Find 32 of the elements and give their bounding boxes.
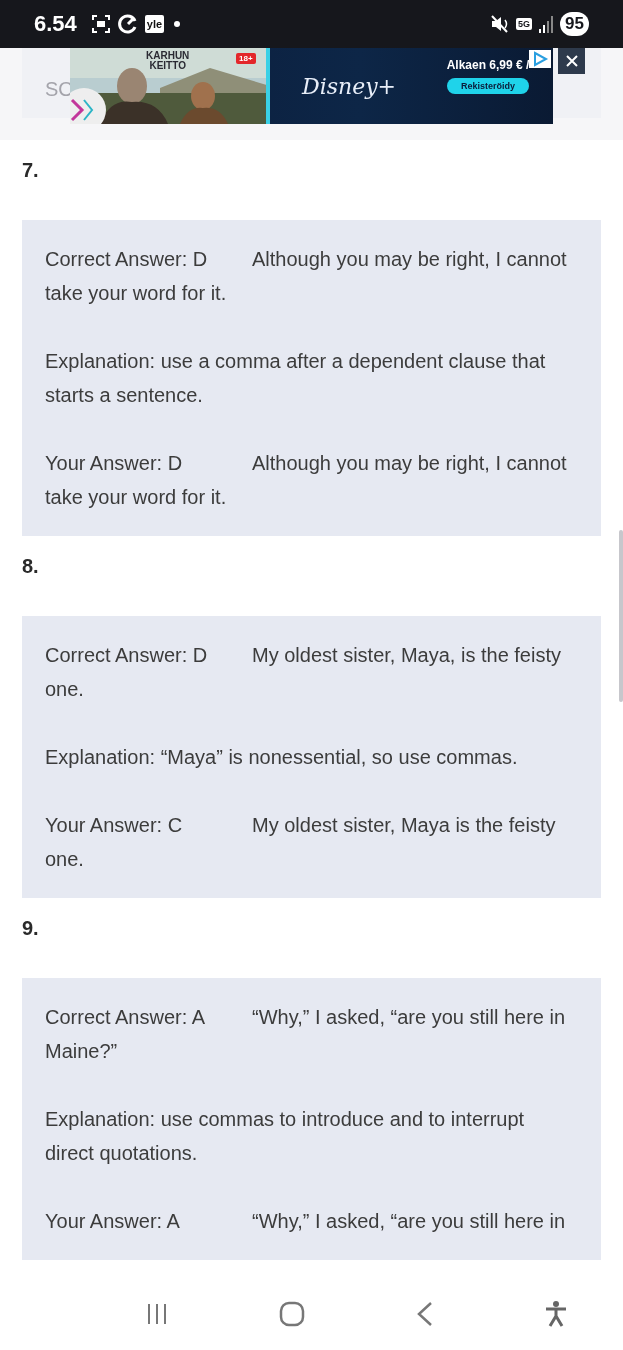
question-number: 9. (22, 916, 40, 940)
ad-banner[interactable]: KARHUN KEITTO 18+ Disney+ Alkaen 6,99 € / Rekisteröidy (70, 48, 553, 124)
brand-logo: Disney+ (302, 73, 396, 99)
answer-text: Your Answer: D Although you may be right, I cannot take your word for it. (45, 451, 568, 510)
battery-level: 95 (560, 12, 589, 36)
answer-text: Your Answer: A “Why,” I asked, “are you still here in (45, 1209, 567, 1234)
question-number: 8. (22, 554, 40, 578)
answer-text: Correct Answer: A “Why,” I asked, “are you still here in Maine?” (45, 1005, 567, 1064)
clock-time: 6.54 (34, 11, 77, 37)
question-number: 7. (22, 158, 40, 182)
screenshot-icon (90, 14, 111, 34)
back-icon[interactable] (415, 1300, 434, 1327)
close-icon (565, 55, 578, 67)
mute-icon (490, 15, 511, 33)
signal-icon (538, 15, 555, 33)
close-button[interactable] (558, 48, 585, 74)
adchoices-icon[interactable] (529, 50, 551, 68)
sync-icon (116, 13, 139, 35)
price-text: Alkaen 6,99 € / (446, 58, 530, 72)
network-label: 5G (516, 18, 533, 30)
age-rating: 18+ (236, 53, 256, 64)
answer-text: Correct Answer: D My oldest sister, Maya, is the feisty one. (45, 643, 562, 702)
explanation-text: Explanation: “Maya” is nonessential, so use commas. (45, 745, 519, 770)
answer-text: Your Answer: C My oldest sister, Maya is the feisty one. (45, 813, 557, 872)
accessibility-icon[interactable] (543, 1300, 568, 1327)
register-button[interactable]: Rekisteröidy (447, 78, 529, 94)
answer-text: Correct Answer: D Although you may be right, I cannot take your word for it. (45, 247, 568, 306)
app-badge: yle (144, 15, 165, 33)
ad-title: KARHUN KEITTO (146, 51, 190, 71)
explanation-text: Explanation: use a comma after a dependent clause that starts a sentence. (45, 349, 547, 408)
home-icon[interactable] (279, 1300, 306, 1327)
explanation-text: Explanation: use commas to introduce and to interrupt direct quotations. (45, 1107, 526, 1166)
